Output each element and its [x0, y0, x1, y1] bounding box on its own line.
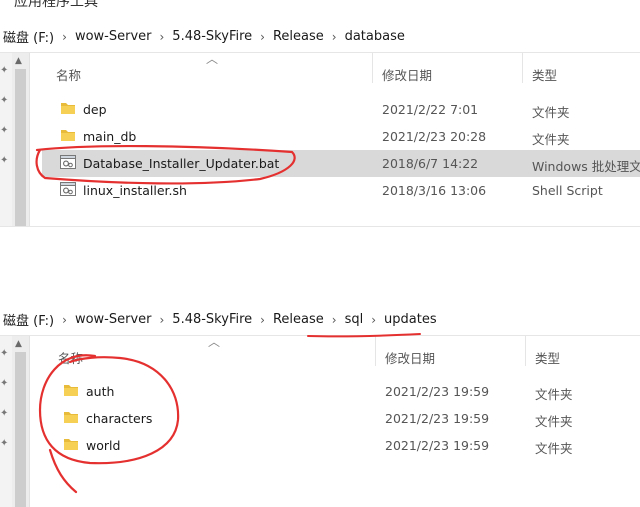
file-name: Database_Installer_Updater.bat [83, 156, 280, 171]
pin-icon: ✦ [0, 348, 9, 359]
file-type: Shell Script [532, 183, 603, 198]
breadcrumb-item-release[interactable]: Release [270, 29, 327, 44]
file-type: 文件夹 [535, 387, 573, 402]
column-divider[interactable] [525, 336, 526, 366]
nav-scrollbar[interactable]: ▲ [12, 336, 30, 507]
pin-icon: ✦ [0, 125, 9, 136]
file-date: 2021/2/22 7:01 [382, 102, 479, 117]
column-header-type[interactable]: 类型 [535, 348, 560, 367]
file-list-pane-top: ✦ ✦ ✦ ✦ ▲ ︿ 名称 修改日期 类型 dep 2021/2/22 7:0… [0, 52, 640, 227]
breadcrumb-item-sql[interactable]: sql [342, 312, 367, 327]
column-divider[interactable] [522, 53, 523, 83]
sort-ascending-icon: ︿ [208, 335, 221, 349]
file-type: 文件夹 [532, 132, 570, 147]
column-header-name[interactable]: 名称 [58, 348, 83, 367]
chevron-right-icon[interactable]: › [57, 30, 72, 44]
column-header-row: ︿ 名称 修改日期 类型 [42, 335, 640, 367]
file-name: main_db [83, 129, 137, 144]
nav-scrollbar[interactable]: ▲ [12, 53, 30, 226]
file-date: 2018/3/16 13:06 [382, 183, 487, 198]
script-file-icon [60, 182, 76, 196]
file-date: 2018/6/7 14:22 [382, 156, 479, 171]
window-title: 应用程序工具 [14, 0, 98, 10]
file-type: Windows 批处理文件 [532, 159, 640, 174]
breadcrumb-item-updates[interactable]: updates [381, 312, 440, 327]
breadcrumb-bar-top: 磁盘 (F:) › wow-Server › 5.48-SkyFire › Re… [0, 18, 640, 53]
chevron-right-icon[interactable]: › [57, 313, 72, 327]
column-header-date[interactable]: 修改日期 [382, 65, 432, 84]
chevron-right-icon[interactable]: › [154, 30, 169, 44]
chevron-right-icon[interactable]: › [327, 313, 342, 327]
file-row-selected[interactable]: Database_Installer_Updater.bat 2018/6/7 … [42, 150, 640, 177]
batch-file-icon [60, 155, 76, 169]
file-row[interactable]: main_db 2021/2/23 20:28 文件夹 [42, 123, 640, 150]
gap [0, 227, 640, 300]
file-name: linux_installer.sh [83, 183, 187, 198]
file-row[interactable]: world 2021/2/23 19:59 文件夹 [45, 432, 640, 459]
breadcrumb-item-skyfire[interactable]: 5.48-SkyFire [169, 29, 255, 44]
file-row[interactable]: linux_installer.sh 2018/3/16 13:06 Shell… [42, 177, 640, 204]
chevron-right-icon[interactable]: › [255, 30, 270, 44]
file-name: auth [86, 384, 115, 399]
folder-icon [61, 130, 75, 141]
file-row[interactable]: dep 2021/2/22 7:01 文件夹 [42, 96, 640, 123]
breadcrumb-item-release[interactable]: Release [270, 312, 327, 327]
column-header-date[interactable]: 修改日期 [385, 348, 435, 367]
column-header-type[interactable]: 类型 [532, 65, 557, 84]
pin-icon: ✦ [0, 65, 9, 76]
column-divider[interactable] [372, 53, 373, 83]
file-row[interactable]: characters 2021/2/23 19:59 文件夹 [45, 405, 640, 432]
file-type: 文件夹 [532, 105, 570, 120]
breadcrumb-item-wow-server[interactable]: wow-Server [72, 29, 155, 44]
breadcrumb: 磁盘 (F:) › wow-Server › 5.48-SkyFire › Re… [0, 310, 440, 329]
file-name: dep [83, 102, 107, 117]
pin-icon: ✦ [0, 95, 9, 106]
folder-icon [64, 439, 78, 450]
pin-icon: ✦ [0, 155, 9, 166]
chevron-right-icon[interactable]: › [154, 313, 169, 327]
column-header-row: ︿ 名称 修改日期 类型 [42, 52, 640, 84]
scrollbar-thumb[interactable] [15, 352, 26, 507]
breadcrumb-item-drive[interactable]: 磁盘 (F:) [0, 27, 57, 46]
file-list-pane-bottom: ✦ ✦ ✦ ✦ ▲ ︿ 名称 修改日期 类型 auth 2021/2/23 19… [0, 335, 640, 507]
sort-ascending-icon: ︿ [206, 52, 219, 66]
breadcrumb-item-database[interactable]: database [342, 29, 408, 44]
chevron-right-icon[interactable]: › [327, 30, 342, 44]
file-type: 文件夹 [535, 414, 573, 429]
pin-icon: ✦ [0, 438, 9, 449]
breadcrumb: 磁盘 (F:) › wow-Server › 5.48-SkyFire › Re… [0, 27, 408, 46]
chevron-right-icon[interactable]: › [366, 313, 381, 327]
breadcrumb-item-skyfire[interactable]: 5.48-SkyFire [169, 312, 255, 327]
folder-icon [61, 103, 75, 114]
file-name: world [86, 438, 121, 453]
folder-icon [64, 412, 78, 423]
scrollbar-thumb[interactable] [15, 69, 26, 226]
column-divider[interactable] [375, 336, 376, 366]
breadcrumb-bar-bottom: 磁盘 (F:) › wow-Server › 5.48-SkyFire › Re… [0, 301, 640, 336]
file-date: 2021/2/23 19:59 [385, 438, 490, 453]
chevron-right-icon[interactable]: › [255, 313, 270, 327]
scroll-up-arrow-icon[interactable]: ▲ [15, 56, 22, 66]
pin-icon: ✦ [0, 378, 9, 389]
file-row[interactable]: auth 2021/2/23 19:59 文件夹 [45, 378, 640, 405]
column-header-name[interactable]: 名称 [56, 65, 81, 84]
breadcrumb-item-drive[interactable]: 磁盘 (F:) [0, 310, 57, 329]
pin-icon: ✦ [0, 408, 9, 419]
file-date: 2021/2/23 19:59 [385, 411, 490, 426]
breadcrumb-item-wow-server[interactable]: wow-Server [72, 312, 155, 327]
folder-icon [64, 385, 78, 396]
file-type: 文件夹 [535, 441, 573, 456]
file-name: characters [86, 411, 153, 426]
file-date: 2021/2/23 20:28 [382, 129, 487, 144]
scroll-up-arrow-icon[interactable]: ▲ [15, 339, 22, 349]
file-date: 2021/2/23 19:59 [385, 384, 490, 399]
